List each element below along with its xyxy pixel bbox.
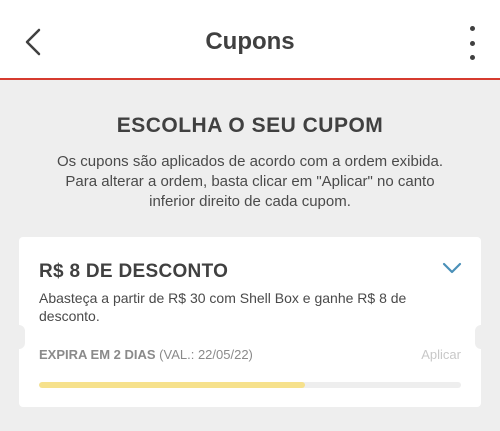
chevron-left-icon xyxy=(25,28,41,56)
intro-line-3: inferior direito de cada cupom. xyxy=(149,193,351,210)
app-header: Cupons xyxy=(0,0,500,80)
expand-button[interactable] xyxy=(439,257,465,279)
coupon-title: R$ 8 DE DESCONTO xyxy=(39,261,229,282)
section-title: ESCOLHA O SEU CUPOM xyxy=(116,114,384,137)
page-title: Cupons xyxy=(205,28,295,55)
intro-line-1: Os cupons são aplicados de acordo com a … xyxy=(56,153,444,170)
coupon-description: Abasteça a partir de R$ 30 com Shell Box… xyxy=(39,290,407,324)
more-options-button[interactable] xyxy=(462,26,482,60)
apply-button[interactable]: Aplicar xyxy=(421,347,461,362)
intro-line-2: Para alterar a ordem, basta clicar em "A… xyxy=(65,173,435,190)
back-button[interactable] xyxy=(18,24,48,60)
ticket-notch-left xyxy=(19,325,25,349)
chevron-down-icon xyxy=(442,262,462,274)
coupon-card[interactable]: R$ 8 DE DESCONTO Abasteça a partir de R$… xyxy=(19,237,481,407)
expiry-progress-bar xyxy=(39,382,461,388)
expiry-progress-fill xyxy=(39,382,305,388)
intro-description: Os cupons são aplicados de acordo com a … xyxy=(20,152,480,212)
more-vertical-icon xyxy=(469,26,475,31)
coupon-expiry: EXPIRA EM 2 DIAS (VAL.: 22/05/22) xyxy=(39,347,253,362)
ticket-notch-right xyxy=(475,325,481,349)
validity-date: (VAL.: 22/05/22) xyxy=(159,347,253,362)
expiry-label: EXPIRA EM 2 DIAS xyxy=(39,347,156,362)
